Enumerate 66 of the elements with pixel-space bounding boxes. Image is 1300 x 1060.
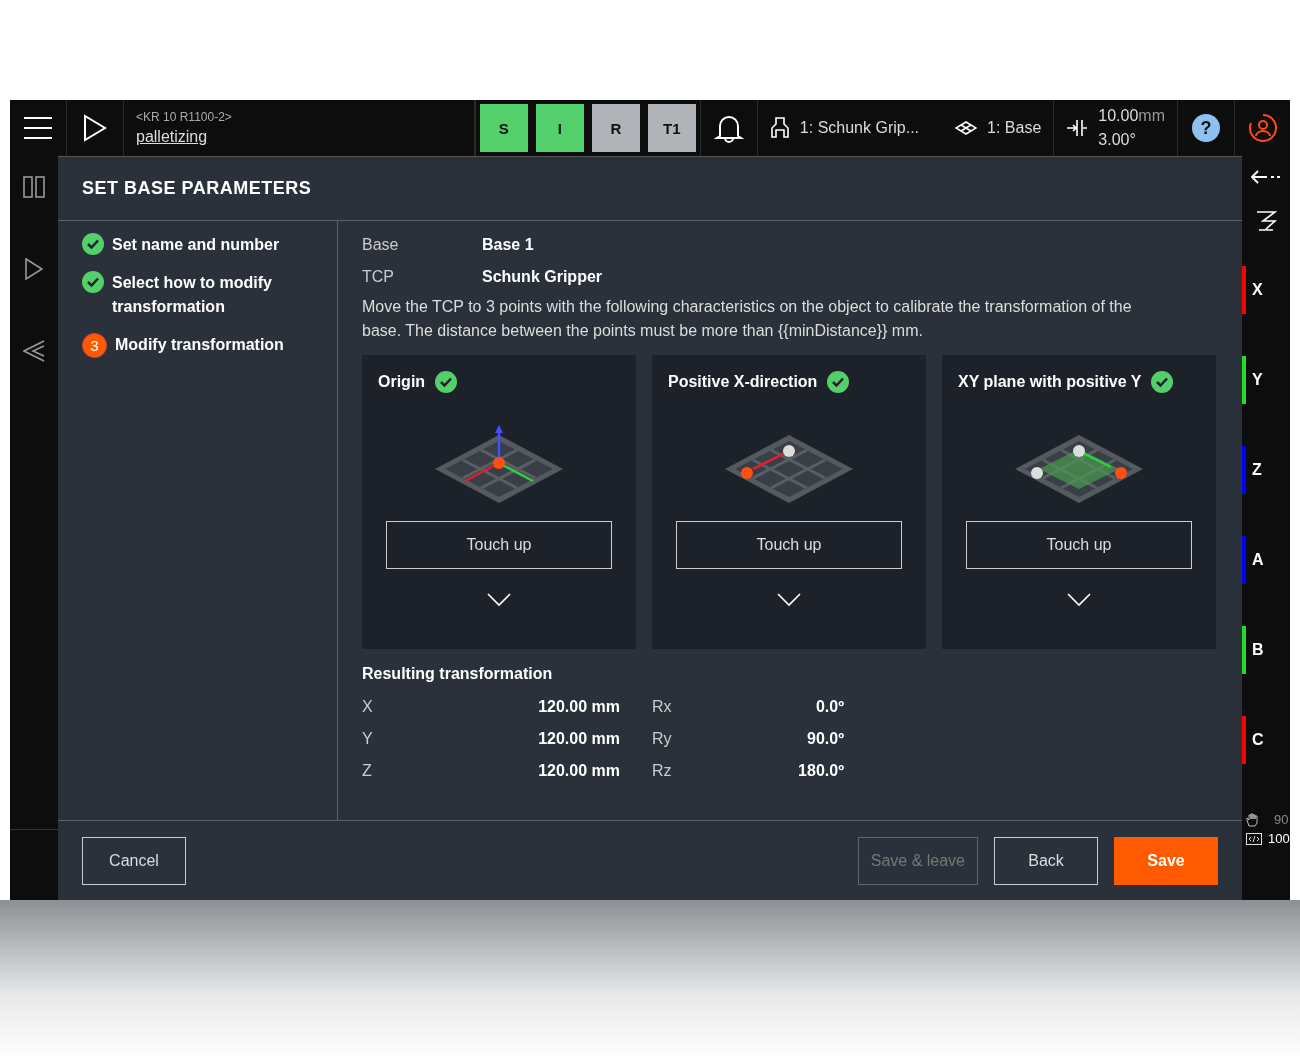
chevron-down-icon[interactable] [777,593,801,607]
axis-value: 90.0º [806,729,844,749]
info-label: TCP [362,267,395,287]
axis-value: 120.00 mm [537,729,620,749]
menu-icon[interactable] [24,116,52,140]
point-title: Origin [378,373,426,391]
help-button[interactable]: ? [1192,114,1220,142]
back-arrow-icon[interactable] [1251,170,1281,184]
jog-axis-key[interactable]: C [1242,716,1290,764]
robot-arm-icon[interactable] [1255,210,1277,232]
mode-button[interactable]: S [479,104,528,152]
hand-icon [1246,812,1260,827]
base-grid-icon [955,121,978,135]
dialog-button[interactable]: Cancel [82,836,186,885]
collapse-icon[interactable] [23,340,45,362]
mode-button[interactable]: R [591,104,640,152]
jog-axis-key[interactable]: B [1242,626,1290,674]
hand-override-value: 90 [1274,812,1289,827]
jog-axis-key[interactable]: Z [1242,446,1290,494]
axis-label: Z [362,761,373,781]
axis-value: 120.00 mm [537,761,620,781]
increment-distance[interactable]: 10.00mm [1098,104,1165,128]
split-view-icon[interactable] [23,176,45,198]
step-label[interactable]: Select how to modify transformation [112,271,292,319]
base-name[interactable]: 1: Base [987,119,1042,137]
user-icon[interactable] [1247,113,1278,143]
axis-value: 120.00 mm [537,697,620,717]
touch-up-button[interactable]: Touch up [966,521,1192,569]
axis-label: Rx [651,697,673,717]
step-label[interactable]: Set name and number [112,233,292,257]
increment-angle[interactable]: 3.00° [1098,128,1165,152]
chevron-down-icon[interactable] [1067,593,1091,607]
jog-axis-key[interactable]: Y [1242,356,1290,404]
program-link[interactable]: palletizing [136,128,208,146]
info-value: Schunk Gripper [482,267,604,287]
point-title: Positive X-direction [668,373,818,391]
axis-value: 180.0º [797,761,844,781]
dialog-button[interactable]: Back [994,836,1098,885]
axis-label: X [362,697,374,717]
program-override-value: 100 [1268,831,1290,846]
touch-up-button[interactable]: Touch up [386,521,612,569]
axis-label: Ry [651,729,673,749]
touch-up-button[interactable]: Touch up [676,521,902,569]
code-icon [1246,832,1262,845]
chevron-down-icon[interactable] [487,593,511,607]
robot-name: <KR 10 R1100-2> [136,110,232,124]
axis-value: 0.0º [814,697,844,717]
gripper-icon [769,117,790,139]
increment-icon [1066,119,1089,137]
jog-axis-key[interactable]: X [1242,266,1290,314]
play-icon[interactable] [25,258,43,280]
step-number: 3 [82,333,107,358]
info-label: Base [362,235,400,255]
tool-name[interactable]: 1: Schunk Grip... [799,119,920,137]
point-title: XY plane with positive Y [958,373,1142,391]
mode-button[interactable]: I [535,104,584,152]
jog-axis-key[interactable]: A [1242,536,1290,584]
axis-label: Rz [651,761,673,781]
mode-button[interactable]: T1 [647,104,696,152]
info-value: Base 1 [482,235,535,255]
dialog-title: SET BASE PARAMETERS [82,178,312,199]
description-text: Move the TCP to 3 points with the following characteristics on the object to calibrate the transformation of the base. The distance between the points must be more than {{minDistance}} mm. [362,297,1132,341]
axis-label: Y [362,729,374,749]
bell-icon[interactable] [713,113,744,143]
section-title: Resulting transformation [362,665,554,683]
step-label[interactable]: Modify transformation [115,333,295,357]
